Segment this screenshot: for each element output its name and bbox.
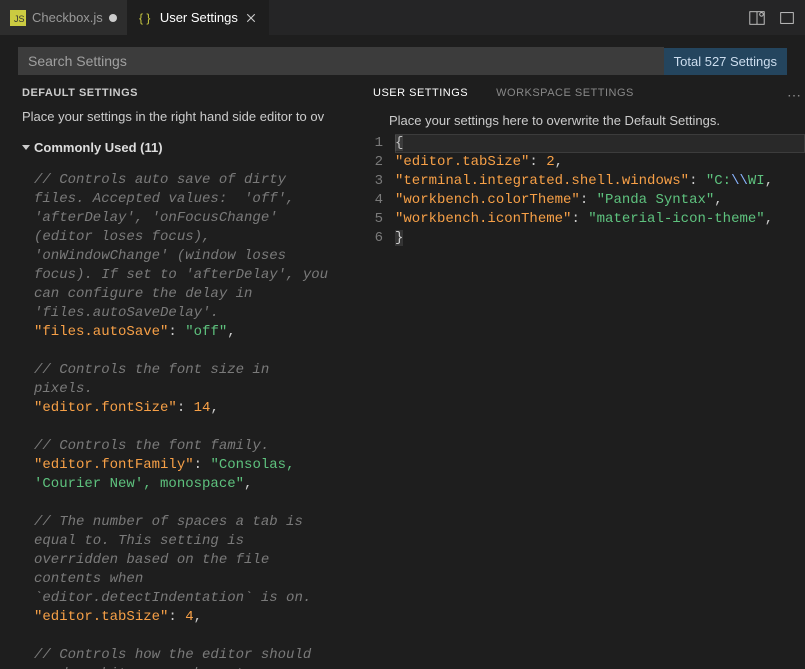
default-settings-code[interactable]: // Controls auto save of dirty files. Ac… bbox=[22, 171, 355, 669]
panel-heading: DEFAULT SETTINGS bbox=[22, 87, 355, 99]
settings-scope-tabs: USER SETTINGS WORKSPACE SETTINGS bbox=[355, 83, 805, 107]
user-settings-panel: USER SETTINGS WORKSPACE SETTINGS Place y… bbox=[355, 83, 805, 669]
panel-description: Place your settings in the right hand si… bbox=[22, 109, 355, 124]
search-row: Total 527 Settings bbox=[18, 45, 787, 77]
line-gutter: 123456 bbox=[355, 134, 395, 248]
dirty-indicator-icon bbox=[109, 14, 117, 22]
search-input[interactable] bbox=[18, 47, 664, 75]
settings-group-header[interactable]: Commonly Used (11) bbox=[22, 140, 355, 155]
tab-workspace-settings-scope[interactable]: WORKSPACE SETTINGS bbox=[496, 87, 634, 99]
default-settings-panel: DEFAULT SETTINGS Place your settings in … bbox=[0, 83, 355, 669]
tab-bar: JS Checkbox.js { } User Settings bbox=[0, 0, 805, 35]
braces-icon: { } bbox=[138, 10, 154, 26]
tab-checkbox-js[interactable]: JS Checkbox.js bbox=[0, 0, 128, 35]
svg-text:{ }: { } bbox=[139, 11, 150, 25]
active-line-highlight bbox=[395, 134, 805, 153]
editor-actions bbox=[747, 0, 805, 35]
svg-text:JS: JS bbox=[14, 14, 25, 24]
more-icon[interactable] bbox=[777, 8, 797, 28]
editor-lines[interactable]: { "editor.tabSize": 2, "terminal.integra… bbox=[395, 134, 805, 248]
panel-description: Place your settings here to overwrite th… bbox=[355, 107, 805, 134]
tab-user-settings-scope[interactable]: USER SETTINGS bbox=[373, 87, 468, 99]
chevron-down-icon bbox=[22, 145, 30, 150]
js-file-icon: JS bbox=[10, 10, 26, 26]
overflow-icon[interactable]: ⋯ bbox=[787, 87, 801, 104]
split-editor-icon[interactable] bbox=[747, 8, 767, 28]
group-label: Commonly Used (11) bbox=[34, 140, 163, 155]
tab-label: Checkbox.js bbox=[32, 10, 103, 25]
total-settings-badge: Total 527 Settings bbox=[664, 48, 787, 75]
user-settings-editor[interactable]: 123456 { "editor.tabSize": 2, "terminal.… bbox=[355, 134, 805, 248]
tab-user-settings[interactable]: { } User Settings bbox=[128, 0, 269, 35]
close-icon[interactable] bbox=[244, 11, 258, 25]
tab-label: User Settings bbox=[160, 10, 238, 25]
